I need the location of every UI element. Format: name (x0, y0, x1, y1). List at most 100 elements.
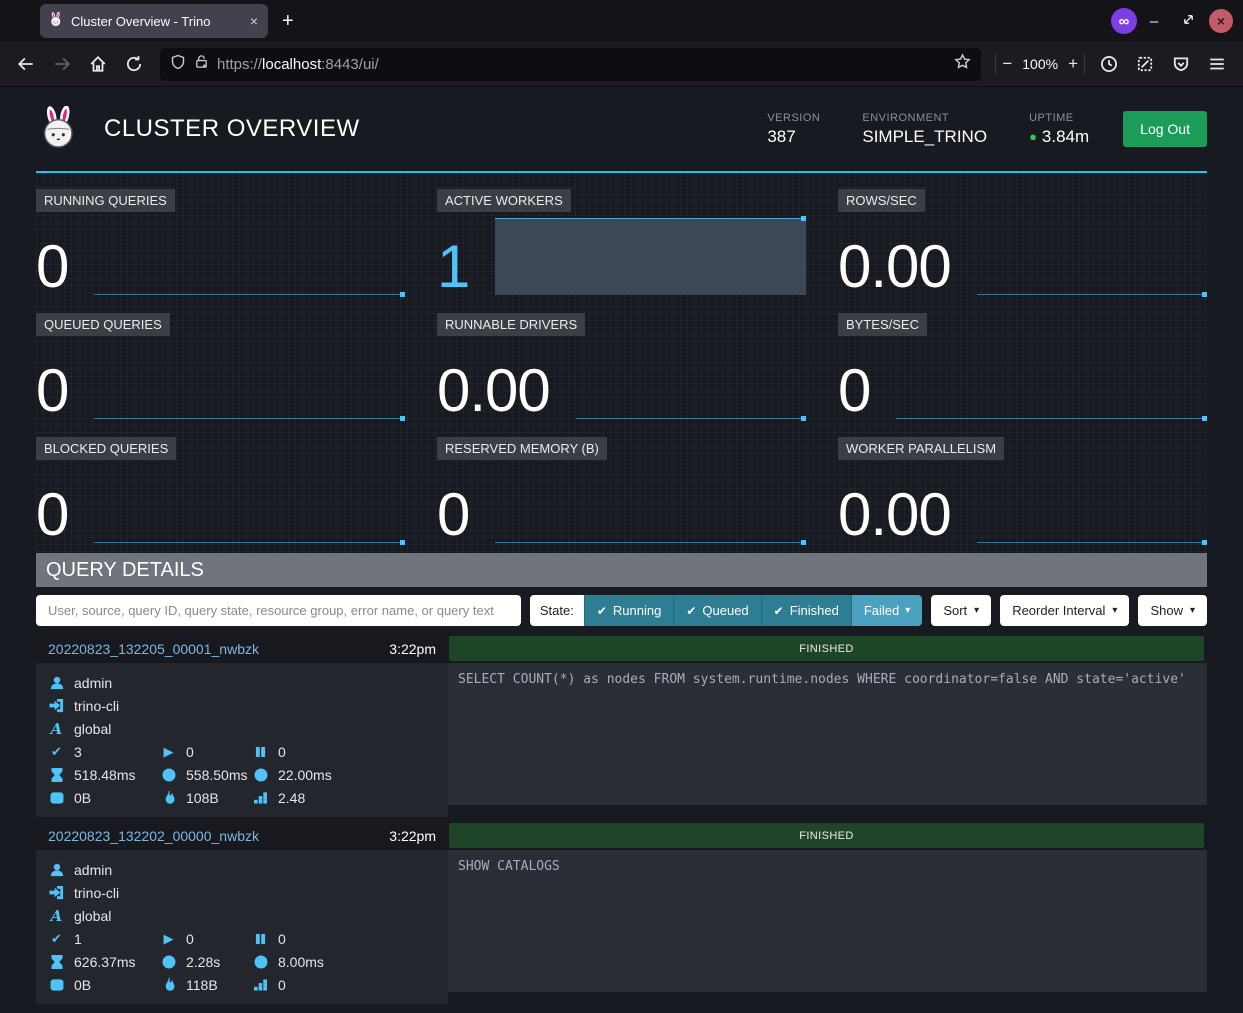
parallelism: 2.48 (278, 790, 305, 806)
zoom-level[interactable]: 100% (1022, 56, 1058, 72)
home-icon[interactable] (82, 48, 114, 80)
zoom-in-button[interactable]: + (1068, 54, 1078, 74)
trino-page: CLUSTER OVERVIEW VERSION 387 ENVIRONMENT… (0, 87, 1243, 1004)
running-splits-icon: ▶ (160, 744, 177, 760)
filter-queued-button[interactable]: ✔ Queued (673, 595, 760, 626)
sparkline (576, 340, 806, 419)
reload-icon[interactable] (118, 48, 150, 80)
url-bar[interactable]: https://localhost:8443/ui/ (160, 48, 981, 81)
browser-toolbar: https://localhost:8443/ui/ − 100% + (0, 42, 1243, 87)
filter-running-button[interactable]: ✔ Running (584, 595, 674, 626)
parallelism-chart-icon (252, 978, 269, 991)
user-icon (48, 863, 65, 877)
pocket-shield-icon[interactable] (1165, 48, 1197, 80)
new-tab-button[interactable]: + (282, 10, 294, 33)
query-user: admin (74, 675, 112, 691)
tab-title: Cluster Overview - Trino (71, 14, 241, 29)
query-time: 3:22pm (389, 641, 436, 657)
history-icon[interactable] (1093, 48, 1125, 80)
resource-group-icon: A (48, 720, 65, 738)
page-title: CLUSTER OVERVIEW (104, 115, 767, 143)
cumulative-memory-fire-icon (160, 978, 177, 992)
running-splits: 0 (186, 744, 194, 760)
stat-card-rows-sec: ROWS/SEC 0.00 (838, 189, 1207, 295)
stat-card-runnable-drivers: RUNNABLE DRIVERS 0.00 (437, 313, 806, 419)
state-filter-group: State: ✔ Running ✔ Queued ✔ Finished Fai… (530, 595, 922, 626)
stat-card-active-workers: ACTIVE WORKERS 1 (437, 189, 806, 295)
back-icon[interactable] (10, 48, 42, 80)
window-restore-button[interactable] (1171, 13, 1205, 30)
stat-card-running-queries: RUNNING QUERIES 0 (36, 189, 405, 295)
version-label: VERSION (767, 112, 820, 124)
cpu-time-gauge-icon (252, 768, 269, 782)
running-splits-icon: ▶ (160, 931, 177, 947)
zoom-out-button[interactable]: − (1002, 54, 1012, 74)
cumulative-memory-fire-icon (160, 791, 177, 805)
query-resource-group: global (74, 908, 111, 924)
wall-time: 518.48ms (74, 767, 135, 783)
query-id-link[interactable]: 20220823_132205_00001_nwbzk (48, 641, 259, 657)
query-sql-text: SELECT COUNT(*) as nodes FROM system.run… (448, 663, 1207, 805)
environment-label: ENVIRONMENT (862, 112, 987, 124)
reorder-interval-dropdown[interactable]: Reorder Interval ▾ (1000, 595, 1129, 626)
query-search-input[interactable] (36, 595, 521, 626)
queued-splits: 0 (278, 744, 286, 760)
browser-titlebar: Cluster Overview - Trino × + ∞ – × (0, 0, 1243, 42)
sparkline (495, 464, 806, 543)
environment-value: SIMPLE_TRINO (862, 127, 987, 147)
query-row: 20220823_132205_00001_nwbzk 3:22pm admin… (36, 634, 1207, 817)
total-time-clock-icon (160, 768, 177, 782)
queued-splits: 0 (278, 931, 286, 947)
query-state-badge: FINISHED (449, 823, 1204, 848)
menu-icon[interactable] (1201, 48, 1233, 80)
sparkline (896, 340, 1207, 419)
sparkline (977, 216, 1207, 295)
sparkline (94, 340, 405, 419)
running-splits: 0 (186, 931, 194, 947)
cumulative-memory: 118B (186, 977, 218, 993)
query-details-header: QUERY DETAILS (36, 553, 1207, 587)
user-icon (48, 676, 65, 690)
completed-splits: 3 (74, 744, 82, 760)
logout-button[interactable]: Log Out (1123, 111, 1207, 147)
forward-icon[interactable] (46, 48, 78, 80)
tracking-shield-icon[interactable] (170, 54, 186, 75)
completed-splits: 1 (74, 931, 82, 947)
window-minimize-button[interactable]: – (1137, 13, 1171, 30)
bookmark-star-icon[interactable] (954, 53, 971, 75)
filter-failed-dropdown[interactable]: Failed ▾ (851, 595, 922, 626)
sparkline (495, 216, 806, 295)
query-id-link[interactable]: 20220823_132202_00000_nwbzk (48, 828, 259, 844)
cumulative-memory: 108B (186, 790, 219, 806)
url-text: https://localhost:8443/ui/ (217, 56, 946, 73)
window-close-button[interactable]: × (1209, 9, 1233, 33)
filter-finished-button[interactable]: ✔ Finished (761, 595, 851, 626)
screenshot-icon[interactable] (1129, 48, 1161, 80)
query-header: 20220823_132202_00000_nwbzk 3:22pm (36, 821, 448, 850)
chevron-down-icon: ▾ (1190, 605, 1195, 616)
show-dropdown[interactable]: Show ▾ (1138, 595, 1207, 626)
wall-time-hourglass-icon (48, 768, 65, 782)
sort-dropdown[interactable]: Sort ▾ (931, 595, 991, 626)
query-resource-group: global (74, 721, 111, 737)
query-source: trino-cli (74, 698, 119, 714)
zoom-controls: − 100% + (995, 54, 1085, 74)
source-signin-icon (48, 698, 65, 713)
source-signin-icon (48, 885, 65, 900)
check-icon: ✔ (774, 604, 784, 618)
browser-tab[interactable]: Cluster Overview - Trino × (40, 4, 268, 38)
cpu-time: 8.00ms (278, 954, 324, 970)
tab-close-icon[interactable]: × (248, 13, 260, 29)
sparkline (94, 464, 405, 543)
lock-warning-icon[interactable] (194, 54, 209, 74)
total-time: 2.28s (186, 954, 220, 970)
query-stats: admin trino-cli A global ✔ 3 ▶ 0 0 518.4… (36, 663, 448, 817)
stat-card-bytes-sec: BYTES/SEC 0 (838, 313, 1207, 419)
current-memory-icon (48, 791, 65, 805)
cpu-time: 22.00ms (278, 767, 332, 783)
current-memory: 0B (74, 790, 91, 806)
query-stats: admin trino-cli A global ✔ 1 ▶ 0 0 626.3… (36, 850, 448, 1004)
cpu-time-gauge-icon (252, 955, 269, 969)
version-value: 387 (767, 127, 820, 147)
sparkline (977, 464, 1207, 543)
